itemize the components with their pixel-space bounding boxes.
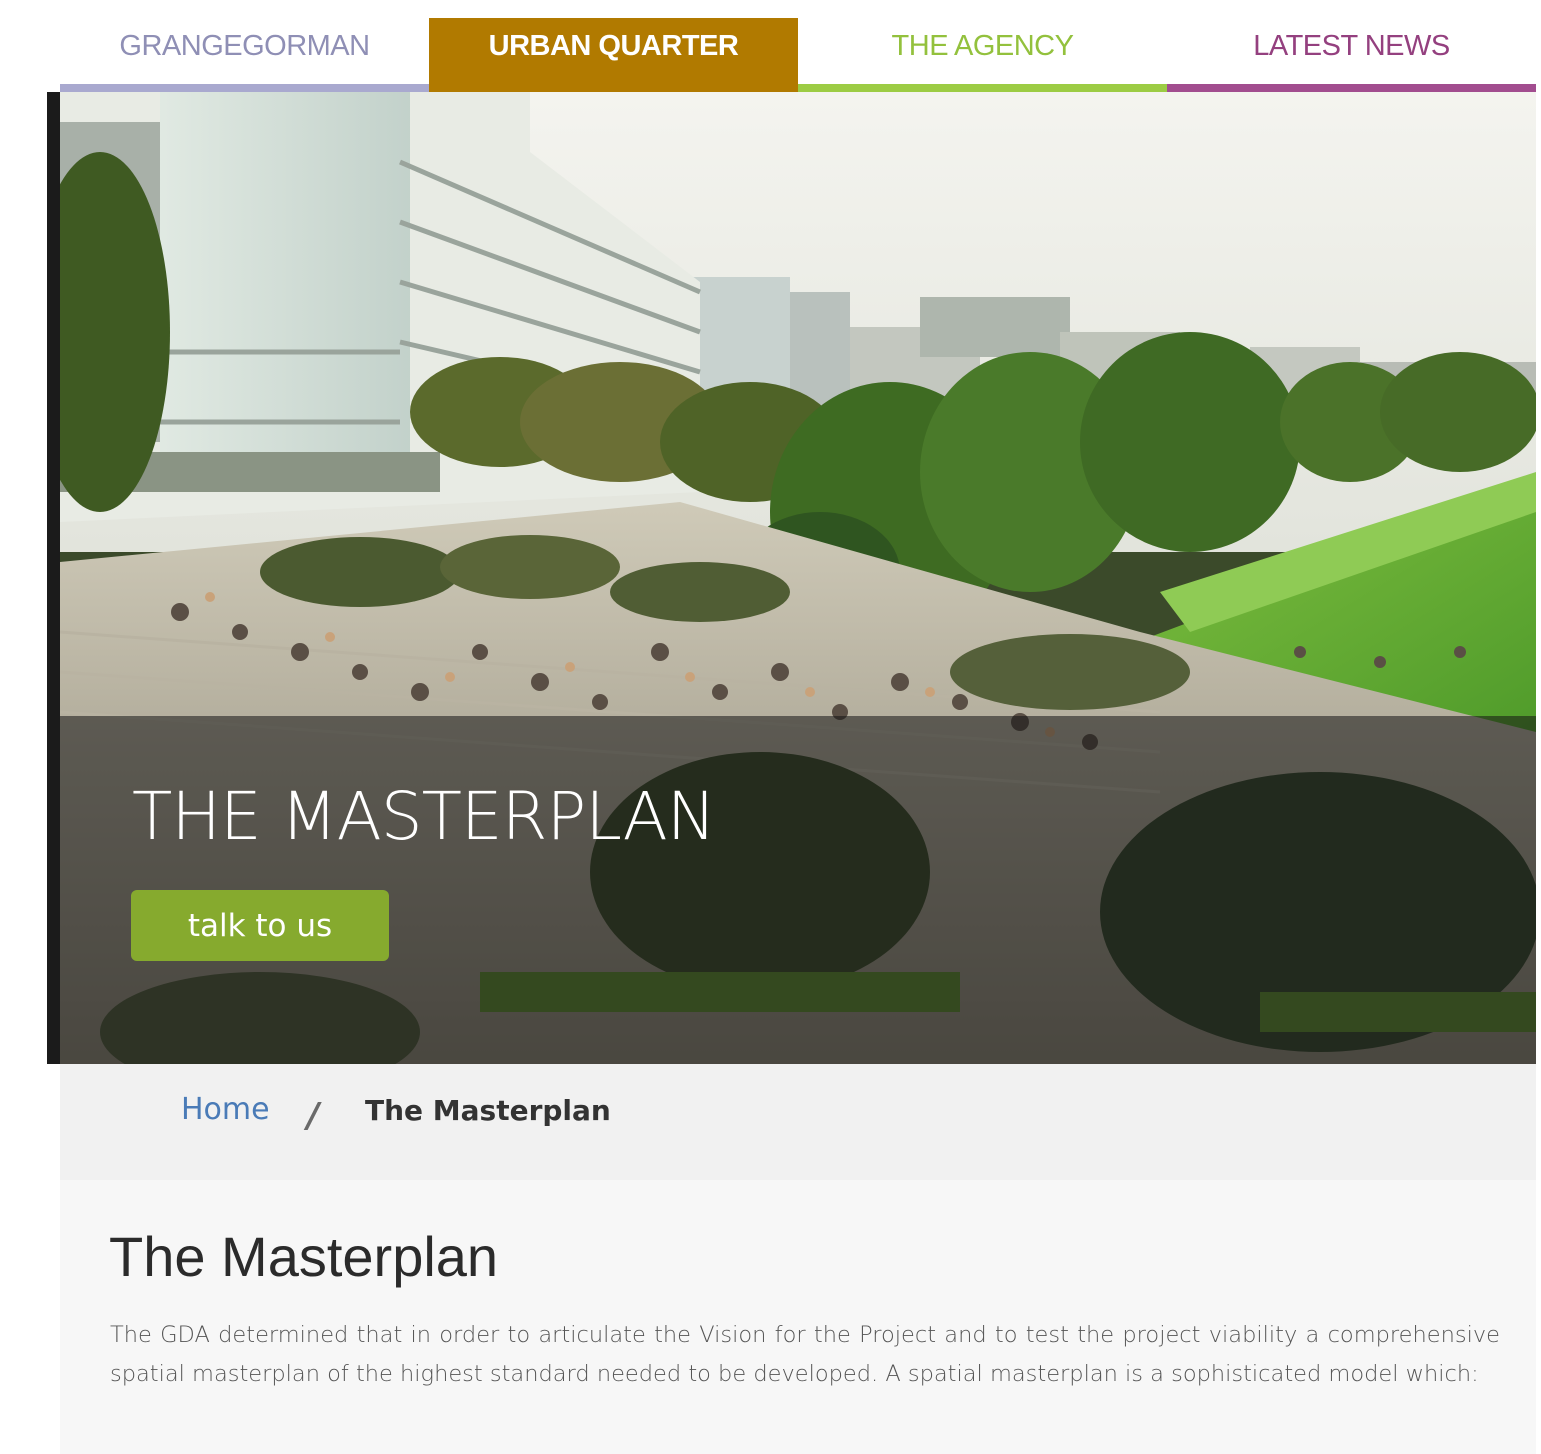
nav-tab-latest-news[interactable]: LATEST NEWS <box>1167 18 1536 92</box>
breadcrumb-home-link[interactable]: Home <box>181 1092 270 1127</box>
hero-title: THE MASTERPLAN <box>132 778 716 855</box>
main-content: The Masterplan The GDA determined that i… <box>60 1180 1536 1454</box>
nav-tab-the-agency[interactable]: THE AGENCY <box>798 18 1167 92</box>
main-nav: GRANGEGORMAN URBAN QUARTER THE AGENCY LA… <box>60 18 1536 92</box>
breadcrumb-separator: / <box>307 1096 320 1136</box>
nav-tab-label: THE AGENCY <box>891 29 1074 62</box>
nav-tab-grangegorman[interactable]: GRANGEGORMAN <box>60 18 429 92</box>
talk-to-us-button[interactable]: talk to us <box>131 890 389 961</box>
nav-tab-label: URBAN QUARTER <box>488 29 739 62</box>
page-title: The Masterplan <box>109 1225 499 1288</box>
hero-edge-strip <box>47 92 60 1064</box>
breadcrumb: Home / The Masterplan <box>60 1064 1536 1180</box>
nav-tab-label: LATEST NEWS <box>1253 29 1450 62</box>
page: GRANGEGORMAN URBAN QUARTER THE AGENCY LA… <box>0 0 1541 1454</box>
intro-paragraph: The GDA determined that in order to arti… <box>110 1322 1500 1387</box>
nav-tab-label: GRANGEGORMAN <box>119 29 370 62</box>
hero-banner: THE MASTERPLAN talk to us <box>47 92 1536 1064</box>
breadcrumb-current: The Masterplan <box>365 1094 611 1127</box>
nav-tab-urban-quarter[interactable]: URBAN QUARTER <box>429 18 798 92</box>
